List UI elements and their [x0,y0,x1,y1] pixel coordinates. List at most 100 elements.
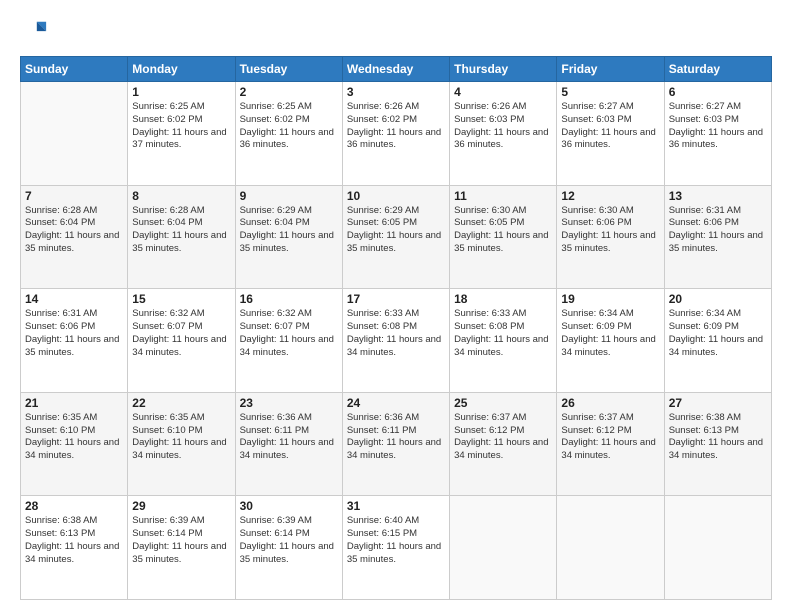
day-info: Sunrise: 6:35 AM Sunset: 6:10 PM Dayligh… [132,412,230,463]
day-number: 2 [240,85,338,99]
weekday-header-friday: Friday [557,57,664,82]
calendar-cell: 29 Sunrise: 6:39 AM Sunset: 6:14 PM Dayli… [128,496,235,600]
day-number: 12 [561,189,659,203]
day-info: Sunrise: 6:26 AM Sunset: 6:02 PM Dayligh… [347,101,445,152]
day-number: 10 [347,189,445,203]
weekday-header-thursday: Thursday [450,57,557,82]
day-number: 9 [240,189,338,203]
calendar-cell: 27 Sunrise: 6:38 AM Sunset: 6:13 PM Dayli… [664,392,771,496]
day-number: 28 [25,499,123,513]
day-info: Sunrise: 6:40 AM Sunset: 6:15 PM Dayligh… [347,515,445,566]
weekday-header-row: SundayMondayTuesdayWednesdayThursdayFrid… [21,57,772,82]
day-info: Sunrise: 6:36 AM Sunset: 6:11 PM Dayligh… [240,412,338,463]
calendar-cell: 19 Sunrise: 6:34 AM Sunset: 6:09 PM Dayli… [557,289,664,393]
calendar-cell: 28 Sunrise: 6:38 AM Sunset: 6:13 PM Dayli… [21,496,128,600]
day-number: 4 [454,85,552,99]
day-number: 18 [454,292,552,306]
week-row-1: 1 Sunrise: 6:25 AM Sunset: 6:02 PM Daylig… [21,82,772,186]
day-info: Sunrise: 6:38 AM Sunset: 6:13 PM Dayligh… [669,412,767,463]
day-number: 20 [669,292,767,306]
calendar-cell: 5 Sunrise: 6:27 AM Sunset: 6:03 PM Daylig… [557,82,664,186]
calendar-cell: 21 Sunrise: 6:35 AM Sunset: 6:10 PM Dayli… [21,392,128,496]
day-info: Sunrise: 6:32 AM Sunset: 6:07 PM Dayligh… [240,308,338,359]
weekday-header-monday: Monday [128,57,235,82]
header [20,18,772,46]
day-number: 5 [561,85,659,99]
day-number: 29 [132,499,230,513]
weekday-header-saturday: Saturday [664,57,771,82]
day-info: Sunrise: 6:25 AM Sunset: 6:02 PM Dayligh… [132,101,230,152]
calendar-cell: 4 Sunrise: 6:26 AM Sunset: 6:03 PM Daylig… [450,82,557,186]
day-number: 3 [347,85,445,99]
day-info: Sunrise: 6:35 AM Sunset: 6:10 PM Dayligh… [25,412,123,463]
day-info: Sunrise: 6:33 AM Sunset: 6:08 PM Dayligh… [454,308,552,359]
day-info: Sunrise: 6:34 AM Sunset: 6:09 PM Dayligh… [561,308,659,359]
day-number: 19 [561,292,659,306]
calendar-cell: 8Sunrise: 6:28 AM Sunset: 6:04 PM Daylig… [128,185,235,289]
week-row-2: 7 Sunrise: 6:28 AM Sunset: 6:04 PM Daylig… [21,185,772,289]
calendar-cell: 11Sunrise: 6:30 AM Sunset: 6:05 PM Dayli… [450,185,557,289]
calendar-cell: 30Sunrise: 6:39 AM Sunset: 6:14 PM Dayli… [235,496,342,600]
day-number: 31 [347,499,445,513]
day-number: 1 [132,85,230,99]
weekday-header-sunday: Sunday [21,57,128,82]
calendar-cell: 26 Sunrise: 6:37 AM Sunset: 6:12 PM Dayli… [557,392,664,496]
calendar-cell: 24 Sunrise: 6:36 AM Sunset: 6:11 PM Dayli… [342,392,449,496]
calendar-cell: 25 Sunrise: 6:37 AM Sunset: 6:12 PM Dayli… [450,392,557,496]
day-number: 26 [561,396,659,410]
day-number: 21 [25,396,123,410]
calendar-cell: 22 Sunrise: 6:35 AM Sunset: 6:10 PM Dayli… [128,392,235,496]
calendar-cell: 2 Sunrise: 6:25 AM Sunset: 6:02 PM Daylig… [235,82,342,186]
day-info: Sunrise: 6:34 AM Sunset: 6:09 PM Dayligh… [669,308,767,359]
day-info: Sunrise: 6:29 AM Sunset: 6:04 PM Dayligh… [240,205,338,256]
day-number: 30 [240,499,338,513]
day-info: Sunrise: 6:36 AM Sunset: 6:11 PM Dayligh… [347,412,445,463]
day-info: Sunrise: 6:25 AM Sunset: 6:02 PM Dayligh… [240,101,338,152]
day-info: Sunrise: 6:31 AM Sunset: 6:06 PM Dayligh… [25,308,123,359]
calendar-cell [557,496,664,600]
day-info: Sunrise: 6:28 AM Sunset: 6:04 PM Dayligh… [25,205,123,256]
day-number: 6 [669,85,767,99]
day-info: Sunrise: 6:27 AM Sunset: 6:03 PM Dayligh… [669,101,767,152]
calendar-table: SundayMondayTuesdayWednesdayThursdayFrid… [20,56,772,600]
calendar-cell: 16 Sunrise: 6:32 AM Sunset: 6:07 PM Dayli… [235,289,342,393]
calendar-cell: 12 Sunrise: 6:30 AM Sunset: 6:06 PM Dayli… [557,185,664,289]
day-info: Sunrise: 6:37 AM Sunset: 6:12 PM Dayligh… [561,412,659,463]
day-info: Sunrise: 6:38 AM Sunset: 6:13 PM Dayligh… [25,515,123,566]
day-number: 16 [240,292,338,306]
day-number: 8 [132,189,230,203]
calendar-cell: 18 Sunrise: 6:33 AM Sunset: 6:08 PM Dayli… [450,289,557,393]
calendar-cell: 31 Sunrise: 6:40 AM Sunset: 6:15 PM Dayli… [342,496,449,600]
day-number: 22 [132,396,230,410]
calendar-cell: 20 Sunrise: 6:34 AM Sunset: 6:09 PM Dayli… [664,289,771,393]
calendar-cell: 10 Sunrise: 6:29 AM Sunset: 6:05 PM Dayli… [342,185,449,289]
day-info: Sunrise: 6:39 AM Sunset: 6:14 PM Dayligh… [132,515,230,566]
week-row-3: 14 Sunrise: 6:31 AM Sunset: 6:06 PM Dayli… [21,289,772,393]
calendar-cell: 14 Sunrise: 6:31 AM Sunset: 6:06 PM Dayli… [21,289,128,393]
calendar-cell: 9 Sunrise: 6:29 AM Sunset: 6:04 PM Daylig… [235,185,342,289]
calendar-cell: 7 Sunrise: 6:28 AM Sunset: 6:04 PM Daylig… [21,185,128,289]
day-info: Sunrise: 6:30 AM Sunset: 6:06 PM Dayligh… [561,205,659,256]
day-info: Sunrise: 6:29 AM Sunset: 6:05 PM Dayligh… [347,205,445,256]
calendar-cell: 3 Sunrise: 6:26 AM Sunset: 6:02 PM Daylig… [342,82,449,186]
day-number: 14 [25,292,123,306]
calendar-cell: 17 Sunrise: 6:33 AM Sunset: 6:08 PM Dayli… [342,289,449,393]
day-number: 27 [669,396,767,410]
day-number: 23 [240,396,338,410]
day-info: Sunrise: 6:37 AM Sunset: 6:12 PM Dayligh… [454,412,552,463]
calendar-cell: 6 Sunrise: 6:27 AM Sunset: 6:03 PM Daylig… [664,82,771,186]
day-info: Sunrise: 6:26 AM Sunset: 6:03 PM Dayligh… [454,101,552,152]
day-info: Sunrise: 6:27 AM Sunset: 6:03 PM Dayligh… [561,101,659,152]
day-number: 17 [347,292,445,306]
day-number: 25 [454,396,552,410]
day-number: 15 [132,292,230,306]
weekday-header-tuesday: Tuesday [235,57,342,82]
day-number: 7 [25,189,123,203]
day-info: Sunrise: 6:33 AM Sunset: 6:08 PM Dayligh… [347,308,445,359]
day-number: 24 [347,396,445,410]
calendar-cell [21,82,128,186]
day-info: Sunrise: 6:31 AM Sunset: 6:06 PM Dayligh… [669,205,767,256]
day-number: 11 [454,189,552,203]
logo [20,18,52,46]
calendar-cell [450,496,557,600]
